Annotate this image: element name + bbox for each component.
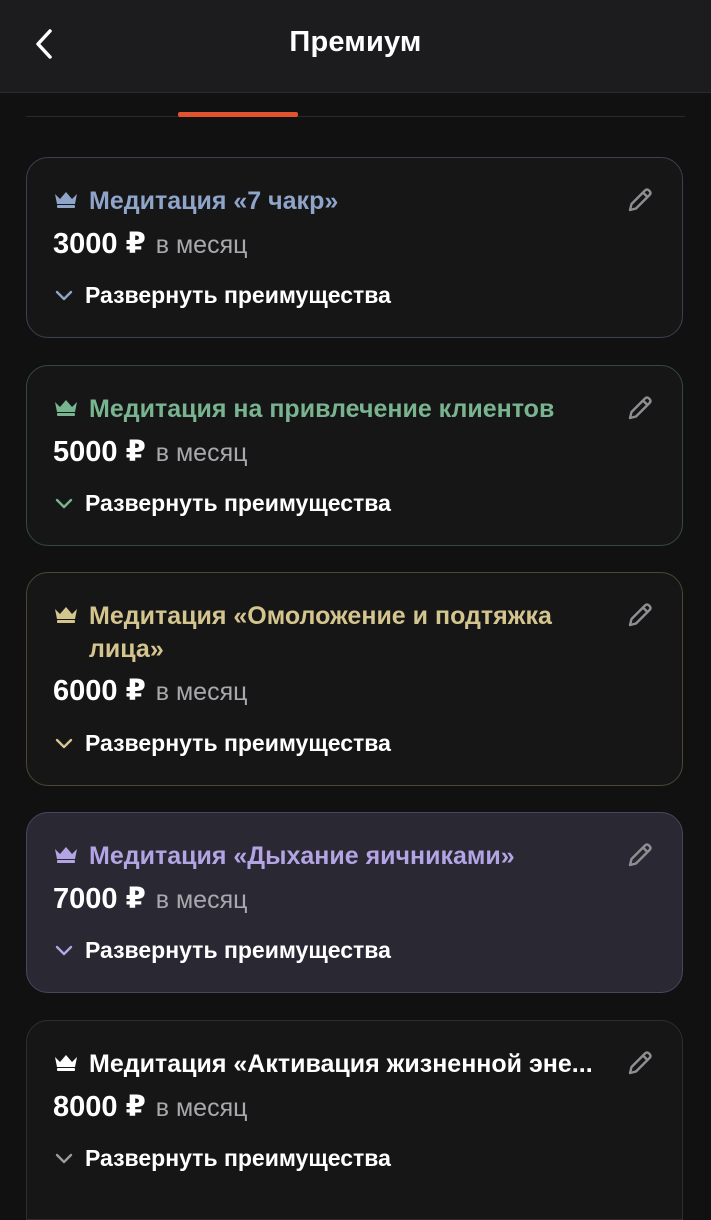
chevron-down-icon: [55, 738, 73, 748]
price-value: 6000 ₽: [53, 675, 146, 707]
crown-icon: [55, 847, 77, 863]
top-bar: Премиум: [0, 0, 711, 93]
price-row: 7000 ₽ в месяц: [53, 881, 247, 916]
crown-icon: [55, 1055, 77, 1071]
tab-divider: [26, 116, 685, 117]
price-period: в месяц: [155, 678, 248, 706]
crown-icon: [55, 400, 77, 416]
price-value: 8000 ₽: [53, 1091, 146, 1123]
card-title: Медитация на привлечение клиентов: [89, 395, 555, 423]
expand-benefits-button[interactable]: Развернуть преимущества: [53, 490, 391, 517]
subscription-card[interactable]: Медитация «Дыхание яичниками» 7000 ₽ в м…: [26, 812, 683, 993]
subscription-card[interactable]: Медитация «Омоложение и подтяжка лица» 6…: [26, 572, 683, 786]
edit-pencil-icon[interactable]: [624, 599, 656, 631]
subscription-card[interactable]: Медитация «Активация жизненной эне... 80…: [26, 1020, 683, 1220]
crown-icon: [55, 192, 77, 208]
price-period: в месяц: [155, 1094, 248, 1122]
page-title: Премиум: [289, 26, 422, 58]
price-value: 7000 ₽: [53, 883, 146, 915]
card-title: Медитация «Омоложение и подтяжка лица»: [89, 602, 552, 663]
expand-benefits-label: Развернуть преимущества: [85, 937, 391, 963]
price-row: 6000 ₽ в месяц: [53, 673, 247, 708]
expand-benefits-label: Развернуть преимущества: [85, 1145, 391, 1171]
edit-pencil-icon[interactable]: [624, 184, 656, 216]
expand-benefits-label: Развернуть преимущества: [85, 282, 391, 308]
price-value: 5000 ₽: [53, 436, 146, 468]
price-period: в месяц: [155, 231, 248, 259]
crown-icon: [55, 607, 77, 623]
price-row: 8000 ₽ в месяц: [53, 1089, 247, 1124]
edit-pencil-icon[interactable]: [624, 392, 656, 424]
chevron-down-icon: [55, 1153, 73, 1163]
subscription-card[interactable]: Медитация на привлечение клиентов 5000 ₽…: [26, 365, 683, 546]
price-row: 3000 ₽ в месяц: [53, 226, 247, 261]
card-title: Медитация «Дыхание яичниками»: [89, 842, 515, 870]
card-title: Медитация «Активация жизненной эне...: [89, 1050, 593, 1078]
chevron-down-icon: [55, 290, 73, 300]
price-period: в месяц: [155, 886, 248, 914]
edit-pencil-icon[interactable]: [624, 839, 656, 871]
expand-benefits-button[interactable]: Развернуть преимущества: [53, 730, 391, 757]
edit-pencil-icon[interactable]: [624, 1047, 656, 1079]
chevron-down-icon: [55, 498, 73, 508]
price-value: 3000 ₽: [53, 228, 146, 260]
price-period: в месяц: [155, 439, 248, 467]
subscription-card[interactable]: Медитация «7 чакр» 3000 ₽ в месяц Развер…: [26, 157, 683, 338]
expand-benefits-button[interactable]: Развернуть преимущества: [53, 1145, 391, 1172]
card-title: Медитация «7 чакр»: [89, 187, 339, 215]
expand-benefits-button[interactable]: Развернуть преимущества: [53, 937, 391, 964]
expand-benefits-label: Развернуть преимущества: [85, 490, 391, 516]
expand-benefits-label: Развернуть преимущества: [85, 730, 391, 756]
chevron-down-icon: [55, 945, 73, 955]
expand-benefits-button[interactable]: Развернуть преимущества: [53, 282, 391, 309]
active-tab-indicator: [178, 112, 298, 117]
price-row: 5000 ₽ в месяц: [53, 434, 247, 469]
